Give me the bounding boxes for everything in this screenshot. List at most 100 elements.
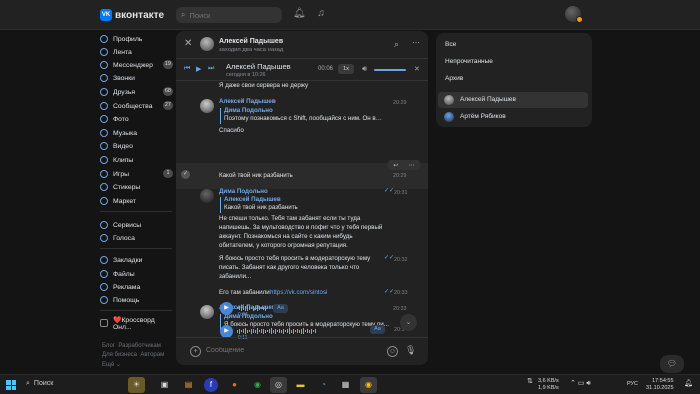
search-input[interactable] xyxy=(189,10,270,20)
speed-button[interactable]: 1x xyxy=(338,64,354,74)
input-language[interactable]: РУС xyxy=(627,381,638,388)
close-player-icon[interactable]: ✕ xyxy=(414,65,420,73)
folder-archive[interactable]: Архив xyxy=(438,71,588,87)
check-icon[interactable]: ✓ xyxy=(181,170,190,179)
sidebar-item-groups[interactable]: Сообщества 27 xyxy=(100,100,175,112)
microphone-icon[interactable]: 🎙︎ xyxy=(405,345,416,356)
quote-author[interactable]: Алексей Падышев xyxy=(224,196,281,204)
message-input[interactable] xyxy=(206,347,356,354)
task-view-icon[interactable]: ▣ xyxy=(156,377,173,393)
attach-icon[interactable]: + xyxy=(190,346,201,357)
chat-title[interactable]: Алексей Падышев xyxy=(219,38,283,45)
message-author[interactable]: Дима Подольно xyxy=(219,188,268,196)
sidebar-item-feed[interactable]: Лента xyxy=(100,46,175,58)
more-icon[interactable]: ⋯ xyxy=(409,162,415,169)
footer-link-developers[interactable]: Разработчикам xyxy=(118,343,161,349)
quote-text[interactable]: Какой твой ник разбанить xyxy=(224,204,298,212)
obs-icon[interactable]: ◎ xyxy=(270,377,287,393)
folder-chat-label: Алексей Падышев xyxy=(460,96,516,103)
play-icon[interactable]: ▶ xyxy=(196,65,201,73)
sidebar-item-calls[interactable]: Звонки xyxy=(100,72,175,84)
avatar[interactable] xyxy=(200,99,214,113)
search-box[interactable]: ⌕ xyxy=(176,7,282,23)
folder-chat-padyshev[interactable]: Алексей Падышев xyxy=(438,92,588,108)
notifications-icon[interactable]: 🔔︎ xyxy=(684,380,693,387)
footer-link-business[interactable]: Для бизнеса xyxy=(102,352,137,358)
avatar[interactable] xyxy=(200,305,214,319)
file-explorer-icon[interactable]: ▬ xyxy=(292,377,309,393)
transcribe-button[interactable]: Aa xyxy=(273,304,288,313)
counter-badge: 1 xyxy=(163,169,173,178)
sidebar-item-votes[interactable]: Голоса xyxy=(100,232,175,244)
footer-link-blog[interactable]: Блог xyxy=(102,343,115,349)
more-icon[interactable]: ⋯ xyxy=(412,38,420,47)
sidebar-item-music[interactable]: Музыка xyxy=(100,127,175,139)
footer-link-more[interactable]: Ещё xyxy=(102,362,114,368)
clock[interactable]: 17:54:55 31.10.2025 xyxy=(646,378,674,392)
sidebar-item-help[interactable]: Помощь xyxy=(100,294,175,306)
play-icon[interactable]: ▶ xyxy=(220,302,233,315)
sidebar-item-photo[interactable]: Фото xyxy=(100,113,175,125)
transcribe-button[interactable]: Aa xyxy=(370,325,385,334)
reply-icon[interactable]: ↩ xyxy=(393,162,398,169)
widgets-icon[interactable]: ☀ xyxy=(128,377,145,393)
message-author[interactable]: Алексей Падышев xyxy=(219,98,276,106)
vk-logo[interactable]: VK вконтакте xyxy=(100,9,164,21)
net-down: 1,9 KB/s xyxy=(538,385,559,391)
folder-chat-ryabikov[interactable]: Артём Рябиков xyxy=(438,109,588,125)
sidebar-item-market[interactable]: Маркет xyxy=(100,195,175,207)
sidebar-item-game-app[interactable]: ❤️Кроссворд Онл... xyxy=(100,317,175,331)
tray-icons[interactable]: ⌃ ▭ 🔊︎ xyxy=(570,380,591,387)
message-line: писать. Забанят как другого человека тол… xyxy=(219,264,360,271)
music-note-icon[interactable]: ♫ xyxy=(315,8,327,20)
folder-unread[interactable]: Непрочитанные xyxy=(438,54,588,70)
search-icon[interactable]: ⌕ xyxy=(394,39,399,50)
message-link[interactable]: https://vk.com/sintosi xyxy=(270,289,327,297)
waveform[interactable] xyxy=(237,328,316,334)
chat-bubble-button[interactable]: 💬︎ xyxy=(660,355,684,373)
scroll-down-button[interactable]: ⌄ xyxy=(400,314,417,331)
volume-icon[interactable]: 🔊︎ xyxy=(362,64,367,74)
sidebar-item-ads[interactable]: Реклама xyxy=(100,281,175,293)
quote-text[interactable]: Поэтому познакомься с Shift, пообщайся с… xyxy=(224,115,384,123)
taskbar-search[interactable]: ⌕ Поиск xyxy=(26,380,53,388)
services-icon xyxy=(100,221,108,229)
notes-app-icon[interactable]: ▤ xyxy=(180,377,197,393)
prev-icon[interactable]: ⏮ xyxy=(184,65,190,73)
profile-avatar[interactable] xyxy=(565,6,583,23)
sidebar-item-messenger[interactable]: Мессенджер 19 xyxy=(100,59,175,71)
app-window-icon[interactable]: ▦ xyxy=(337,377,354,393)
message-time: 20:32 xyxy=(394,257,408,263)
edge-icon[interactable]: ◔ xyxy=(315,377,332,393)
message-line: Не спеши только. Тебя там забанят если т… xyxy=(219,215,361,222)
footer-link-authors[interactable]: Авторам xyxy=(140,352,164,358)
volume-slider[interactable] xyxy=(374,69,406,71)
sidebar-item-games[interactable]: Игры 1 xyxy=(100,168,175,180)
sidebar-item-services[interactable]: Сервисы xyxy=(100,219,175,231)
video-icon xyxy=(100,142,108,150)
sidebar-item-stickers[interactable]: Стикеры xyxy=(100,181,175,193)
close-icon[interactable]: ✕ xyxy=(184,39,194,49)
waveform[interactable] xyxy=(237,305,268,311)
sidebar-item-bookmarks[interactable]: Закладки xyxy=(100,254,175,266)
avatar[interactable] xyxy=(200,37,214,51)
message-line: обитателем, у которого огромная репутаци… xyxy=(219,242,348,249)
chrome-active-icon[interactable]: ◉ xyxy=(360,377,377,393)
next-icon[interactable]: ⏭ xyxy=(208,65,214,73)
emoji-icon[interactable]: ☺ xyxy=(387,346,398,357)
message-text: Спасибо xyxy=(219,127,244,134)
sidebar-item-files[interactable]: Файлы xyxy=(100,268,175,280)
message-time: 20:33 xyxy=(393,306,407,312)
windows-start-icon[interactable] xyxy=(6,380,16,390)
sidebar-item-friends[interactable]: Друзья 68 xyxy=(100,86,175,98)
sidebar-item-profile[interactable]: Профиль xyxy=(100,33,175,45)
chrome-icon[interactable]: ◉ xyxy=(249,377,266,393)
sidebar-item-video[interactable]: Видео xyxy=(100,140,175,152)
sidebar-item-clips[interactable]: Клипы xyxy=(100,154,175,166)
app-f-icon[interactable]: f xyxy=(204,378,218,392)
avatar[interactable] xyxy=(200,189,214,203)
folder-all[interactable]: Все xyxy=(438,37,588,53)
firefox-icon[interactable]: ● xyxy=(226,377,243,393)
quote-author[interactable]: Дима Подольно xyxy=(224,107,273,115)
bell-icon[interactable]: 🔔︎ xyxy=(293,8,306,20)
